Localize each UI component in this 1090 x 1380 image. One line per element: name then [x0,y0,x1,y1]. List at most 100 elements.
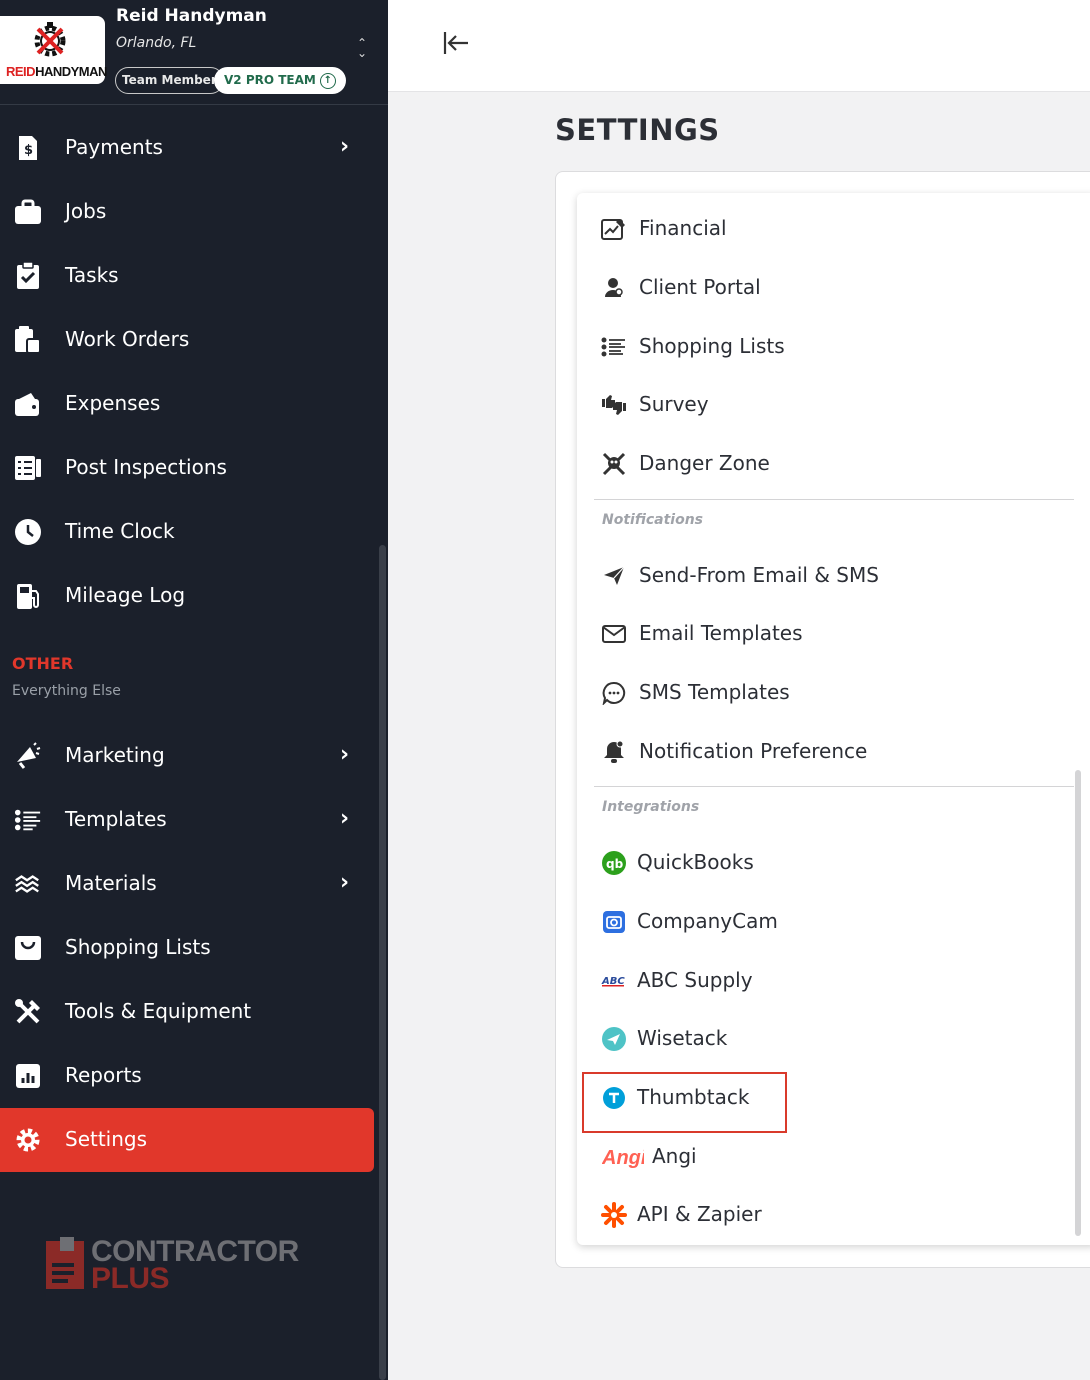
sidebar-item-label: Tools & Equipment [65,999,252,1023]
sidebar-item-label: Expenses [65,391,161,415]
section-title-notifications: Notifications [602,512,704,528]
upgrade-arrow-icon: ↑ [319,72,336,89]
sidebar-item-jobs[interactable]: Jobs [0,180,374,244]
settings-item-angi[interactable]: Angi Angi [577,1131,1077,1181]
settings-item-sms-templates[interactable]: SMS Templates [577,667,1077,717]
settings-item-send-from[interactable]: Send-From Email & SMS [577,550,1077,600]
sidebar-item-post-inspections[interactable]: Post Inspections [0,436,374,500]
sidebar-item-label: Marketing [65,743,165,767]
chevron-right-icon: › [340,134,350,159]
chat-icon [601,680,627,706]
checklist-icon [14,454,42,482]
settings-item-notification-preference[interactable]: Notification Preference [577,726,1077,776]
work-orders-icon [14,326,42,354]
materials-icon [14,870,42,898]
list-icon [601,334,627,360]
envelope-icon [601,621,627,647]
chevron-right-icon: › [340,870,350,895]
sidebar-item-mileage-log[interactable]: Mileage Log [0,564,374,628]
settings-item-label: Survey [639,392,709,416]
settings-menu-scrollbar[interactable] [1075,770,1081,1236]
skull-icon [601,451,627,477]
sidebar-item-work-orders[interactable]: Work Orders [0,308,374,372]
section-title-other: OTHER [12,654,74,673]
settings-item-shopping-lists[interactable]: Shopping Lists [577,321,1077,371]
sidebar-item-expenses[interactable]: Expenses [0,372,374,436]
chevron-right-icon: › [340,742,350,767]
business-name: Reid Handyman [116,6,267,26]
sidebar-item-label: Tasks [65,263,119,287]
settings-item-label: Notification Preference [639,739,868,763]
sidebar-item-templates[interactable]: Templates › [0,788,374,852]
sidebar-item-tasks[interactable]: Tasks [0,244,374,308]
settings-item-survey[interactable]: Survey [577,379,1077,429]
sidebar-item-time-clock[interactable]: Time Clock [0,500,374,564]
sidebar-item-label: Mileage Log [65,583,186,607]
list-icon [14,806,42,834]
sidebar-item-settings[interactable]: Settings [0,1108,374,1172]
plan-badge[interactable]: V2 PRO TEAM ↑ [214,67,346,94]
divider [594,786,1074,787]
sidebar-item-shopping-lists[interactable]: Shopping Lists [0,916,374,980]
contractor-plus-mark-icon [46,1237,84,1289]
page-title: SETTINGS [555,113,720,147]
sidebar-item-label: Settings [65,1127,148,1151]
section-title-integrations: Integrations [602,799,700,815]
business-logo: REIDHANDYMAN [0,16,107,84]
settings-item-danger-zone[interactable]: Danger Zone [577,438,1077,488]
settings-item-client-portal[interactable]: Client Portal [577,262,1077,312]
collapse-sidebar-icon[interactable] [440,28,470,58]
tools-icon [14,998,42,1026]
settings-item-companycam[interactable]: CompanyCam [577,896,1077,946]
sidebar-item-payments[interactable]: $ Payments › [0,116,374,180]
role-badge: Team Member [115,67,224,94]
settings-item-label: CompanyCam [637,909,778,933]
settings-item-label: QuickBooks [637,850,754,874]
svg-text:Angi: Angi [602,1147,644,1169]
divider [594,499,1074,500]
business-switcher[interactable]: REIDHANDYMAN Reid Handyman Orlando, FL T… [0,0,388,105]
settings-item-api-zapier[interactable]: API & Zapier [577,1189,1077,1239]
sidebar-item-label: Shopping Lists [65,935,211,959]
contractor-plus-logo: CONTRACTOR PLUS [46,1235,336,1295]
settings-item-abc-supply[interactable]: ABC ABC Supply [577,955,1077,1005]
logo-text: REIDHANDYMAN [6,64,107,79]
settings-item-label: SMS Templates [639,680,790,704]
settings-item-financial[interactable]: Financial [577,203,1077,253]
send-icon [601,563,627,589]
thumbtack-highlight-box [582,1072,787,1133]
bag-icon [14,934,42,962]
wallet-icon [14,390,42,418]
gear-icon [14,1126,42,1154]
settings-item-label: Financial [639,216,727,240]
clock-icon [14,518,42,546]
bell-icon [601,739,627,765]
sidebar: REIDHANDYMAN Reid Handyman Orlando, FL T… [0,0,388,1380]
top-bar [388,0,1090,92]
sidebar-item-label: Work Orders [65,327,190,351]
chevron-up-down-icon[interactable]: ⌃ ⌄ [354,37,370,62]
sidebar-item-label: Post Inspections [65,455,227,479]
sidebar-item-tools-equipment[interactable]: Tools & Equipment [0,980,374,1044]
user-icon [601,275,627,301]
sidebar-item-materials[interactable]: Materials › [0,852,374,916]
chevron-right-icon: › [340,806,350,831]
settings-item-wisetack[interactable]: Wisetack [577,1013,1077,1063]
plan-badge-label: V2 PRO TEAM [224,73,316,87]
gear-logo-icon [34,22,66,57]
settings-item-label: Shopping Lists [639,334,785,358]
sidebar-item-marketing[interactable]: Marketing › [0,724,374,788]
settings-item-label: Email Templates [639,621,803,645]
section-subtitle-other: Everything Else [12,683,121,699]
svg-text:qb: qb [606,857,624,871]
sidebar-item-reports[interactable]: Reports [0,1044,374,1108]
settings-item-label: Send-From Email & SMS [639,563,879,587]
settings-item-quickbooks[interactable]: qb QuickBooks [577,837,1077,887]
settings-item-email-templates[interactable]: Email Templates [577,608,1077,658]
sidebar-item-label: Materials [65,871,157,895]
settings-item-label: Client Portal [639,275,761,299]
financial-icon [601,216,627,242]
sidebar-item-label: Jobs [65,199,107,223]
thumbs-icon [601,392,627,418]
sidebar-scrollbar[interactable] [379,545,386,1380]
